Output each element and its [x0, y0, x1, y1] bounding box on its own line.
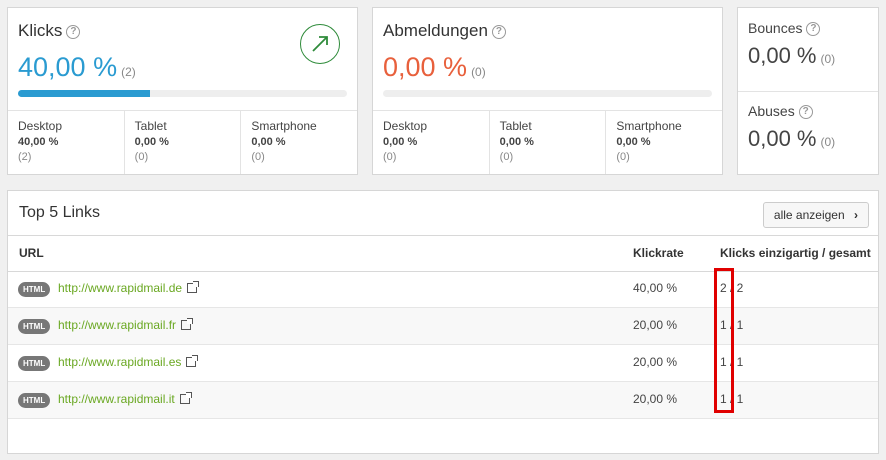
link-url[interactable]: http://www.rapidmail.fr [58, 318, 194, 332]
abuses-title-row: Abuses? [748, 103, 813, 120]
link-url[interactable]: http://www.rapidmail.es [58, 355, 199, 369]
help-icon[interactable]: ? [798, 105, 813, 120]
help-icon[interactable]: ? [491, 24, 506, 39]
col-header-url[interactable]: URL [19, 246, 44, 260]
table-row: HTML http://www.rapidmail.es 20,00 % 1 /… [8, 345, 878, 382]
device-value: 40,00 % [18, 136, 59, 148]
click-rate: 20,00 % [633, 355, 678, 369]
click-rate: 20,00 % [633, 392, 678, 406]
abmeldungen-title-row: Abmeldungen? [383, 21, 506, 41]
device-value: 0,00 % [134, 136, 169, 148]
device-desktop: Desktop 0,00 % (0) [373, 111, 489, 174]
device-value: 0,00 % [499, 136, 534, 148]
help-icon[interactable]: ? [806, 22, 821, 37]
help-icon[interactable]: ? [66, 24, 81, 39]
link-url-text: http://www.rapidmail.it [58, 392, 175, 406]
highlight-box [714, 268, 734, 413]
top-links-card: Top 5 Links alle anzeigen › URL Klickrat… [7, 190, 879, 454]
device-count: (0) [251, 151, 265, 163]
html-badge: HTML [18, 282, 51, 297]
device-count: (0) [134, 151, 149, 163]
bounces-title: Bounces [748, 20, 803, 36]
abmeldungen-value-row: 0,00 % (0) [383, 52, 486, 83]
device-name: Desktop [18, 119, 63, 133]
device-count: (0) [499, 151, 514, 163]
device-tablet: Tablet 0,00 % (0) [123, 111, 241, 174]
device-value: 0,00 % [251, 136, 286, 148]
abmeldungen-devices: Desktop 0,00 % (0) Tablet 0,00 % (0) Sma… [373, 110, 722, 174]
show-all-label: alle anzeigen [773, 208, 845, 222]
col-header-clicks[interactable]: Klicks einzigartig / gesamt [720, 246, 871, 260]
abuses-value-row: 0,00 % (0) [748, 126, 835, 152]
external-link-icon[interactable] [179, 392, 192, 404]
bounces-value-row: 0,00 % (0) [748, 43, 835, 69]
klicks-progress-bar [18, 90, 347, 97]
link-url-text: http://www.rapidmail.de [58, 281, 183, 295]
abuses-title: Abuses [748, 103, 795, 119]
arrow-up-right-icon [300, 24, 340, 64]
show-all-button[interactable]: alle anzeigen › [762, 202, 869, 228]
klicks-count: (2) [121, 65, 136, 79]
device-name: Smartphone [616, 119, 682, 133]
klicks-progress-fill [18, 90, 150, 97]
abmeldungen-count: (0) [471, 65, 486, 79]
abmeldungen-title: Abmeldungen [383, 21, 488, 40]
device-smartphone: Smartphone 0,00 % (0) [240, 111, 357, 174]
link-url-text: http://www.rapidmail.es [58, 355, 182, 369]
link-url[interactable]: http://www.rapidmail.de [58, 281, 200, 295]
top-links-title: Top 5 Links [19, 204, 100, 221]
col-header-rate[interactable]: Klickrate [633, 246, 684, 260]
table-row: HTML http://www.rapidmail.it 20,00 % 1 /… [8, 382, 878, 419]
chevron-right-icon: › [854, 208, 858, 222]
click-rate: 20,00 % [633, 318, 678, 332]
abmeldungen-card: Abmeldungen? 0,00 % (0) Desktop 0,00 % (0… [372, 7, 723, 175]
device-name: Tablet [134, 119, 167, 133]
bounces-count: (0) [820, 52, 836, 66]
link-url-text: http://www.rapidmail.fr [58, 318, 177, 332]
klicks-title-row: Klicks? [18, 21, 81, 41]
device-smartphone: Smartphone 0,00 % (0) [605, 111, 722, 174]
bounces-abuses-card: Bounces? 0,00 % (0) Abuses? 0,00 % (0) [737, 7, 879, 175]
bounces-value: 0,00 % [748, 43, 817, 68]
abmeldungen-value: 0,00 % [383, 52, 468, 82]
external-link-icon[interactable] [187, 281, 200, 293]
html-badge: HTML [18, 319, 51, 334]
divider [738, 91, 878, 92]
klicks-value: 40,00 % [18, 52, 118, 82]
click-rate: 40,00 % [633, 281, 678, 295]
device-name: Smartphone [251, 119, 317, 133]
device-value: 0,00 % [616, 136, 651, 148]
device-value: 0,00 % [383, 136, 418, 148]
device-count: (0) [383, 151, 397, 163]
device-name: Tablet [499, 119, 532, 133]
abuses-value: 0,00 % [748, 126, 817, 151]
html-badge: HTML [18, 393, 51, 408]
abmeldungen-progress-bar [383, 90, 712, 97]
klicks-card: Klicks? 40,00 % (2) Desktop 40,00 % (2) T… [7, 7, 358, 175]
html-badge: HTML [18, 356, 51, 371]
external-link-icon[interactable] [186, 355, 199, 367]
abuses-count: (0) [820, 135, 836, 149]
bounces-title-row: Bounces? [748, 20, 821, 37]
device-count: (0) [616, 151, 630, 163]
klicks-devices: Desktop 40,00 % (2) Tablet 0,00 % (0) Sm… [8, 110, 357, 174]
link-url[interactable]: http://www.rapidmail.it [58, 392, 192, 406]
table-row: HTML http://www.rapidmail.de 40,00 % 2 /… [8, 271, 878, 308]
external-link-icon[interactable] [181, 318, 194, 330]
klicks-value-row: 40,00 % (2) [18, 52, 136, 83]
device-name: Desktop [383, 119, 428, 133]
table-row: HTML http://www.rapidmail.fr 20,00 % 1 /… [8, 308, 878, 345]
device-count: (2) [18, 151, 32, 163]
device-tablet: Tablet 0,00 % (0) [488, 111, 606, 174]
klicks-title: Klicks [18, 21, 63, 40]
device-desktop: Desktop 40,00 % (2) [8, 111, 124, 174]
